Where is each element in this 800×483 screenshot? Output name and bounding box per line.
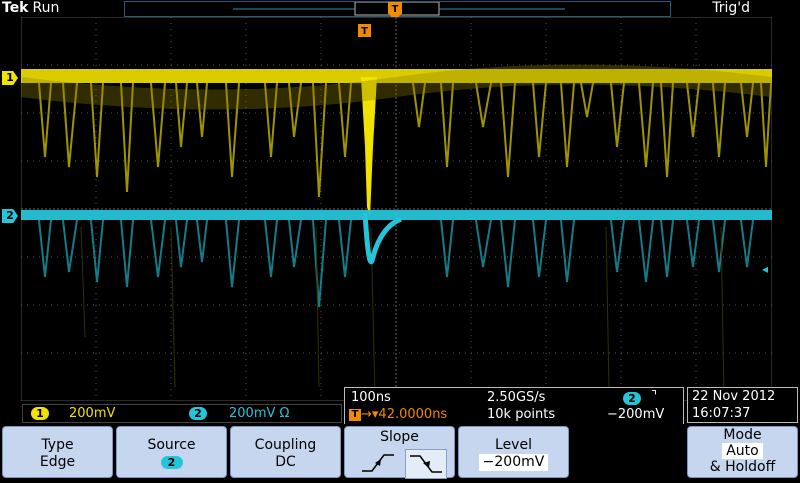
trigger-menu: Type Edge Source 2 Coupling DC Slope Lev… [0, 424, 800, 480]
coupling-button[interactable]: Coupling DC [230, 426, 341, 478]
ch2-offset-marker[interactable]: 2 [2, 209, 18, 223]
type-label: Type [41, 437, 74, 453]
mode-holdoff: & Holdoff [709, 459, 776, 475]
record-length: 10k points [487, 407, 556, 422]
time-per-div: 100ns [351, 390, 391, 405]
level-button[interactable]: Level −200mV [458, 426, 569, 478]
timebase-readout[interactable]: 100ns 2.50GS/s 2 ⌝ T →▾42.0000ns 10k poin… [344, 387, 684, 425]
trigger-slope-icon: ⌝ [651, 389, 658, 404]
source-value: 2 [160, 456, 183, 469]
svg-text:T: T [392, 4, 399, 15]
ch2-scale: 200mV Ω [229, 406, 290, 421]
trigger-level-marker[interactable]: ◂ [762, 262, 768, 276]
ch1-scale: 200mV [69, 406, 116, 421]
mode-label: Mode [723, 427, 762, 443]
falling-slope-icon[interactable] [405, 449, 447, 479]
waveform-display[interactable]: T [21, 17, 772, 401]
source-label: Source [147, 437, 196, 453]
ch1-badge: 1 [31, 407, 49, 420]
trigger-t-marker: T [358, 24, 371, 37]
trigger-status: Trig'd [712, 0, 750, 16]
trigger-flag-icon: T [349, 408, 361, 421]
level-value: −200mV [478, 454, 549, 471]
level-label: Level [495, 437, 532, 453]
svg-text:T: T [361, 26, 368, 37]
brand-logo: Tek [2, 0, 29, 16]
slope-button[interactable]: Slope [344, 426, 455, 479]
source-button[interactable]: Source 2 [116, 426, 227, 478]
datetime-readout: 22 Nov 2012 16:07:37 [687, 387, 798, 423]
channel-readout[interactable]: 1 200mV 2 200mV Ω [22, 404, 342, 423]
ch2-badge: 2 [189, 407, 207, 420]
time: 16:07:37 [692, 406, 751, 421]
acquisition-status: Run [32, 0, 60, 16]
sample-rate: 2.50GS/s [487, 390, 546, 405]
brand: Tek Run [2, 0, 59, 16]
type-value: Edge [39, 454, 76, 470]
coupling-value: DC [275, 454, 296, 470]
ch1-offset-marker[interactable]: 1 [2, 71, 18, 85]
trigger-level-readout: −200mV [607, 407, 665, 422]
trigger-source-badge: 2 [623, 390, 641, 407]
mode-value: Auto [722, 443, 763, 459]
mode-button[interactable]: Mode Auto & Holdoff [687, 426, 798, 478]
type-button[interactable]: Type Edge [2, 426, 113, 478]
trigger-position: T →▾42.0000ns [349, 406, 447, 423]
coupling-label: Coupling [254, 437, 317, 453]
date: 22 Nov 2012 [692, 389, 776, 404]
rising-slope-icon[interactable] [358, 449, 398, 477]
slope-label: Slope [380, 429, 419, 445]
